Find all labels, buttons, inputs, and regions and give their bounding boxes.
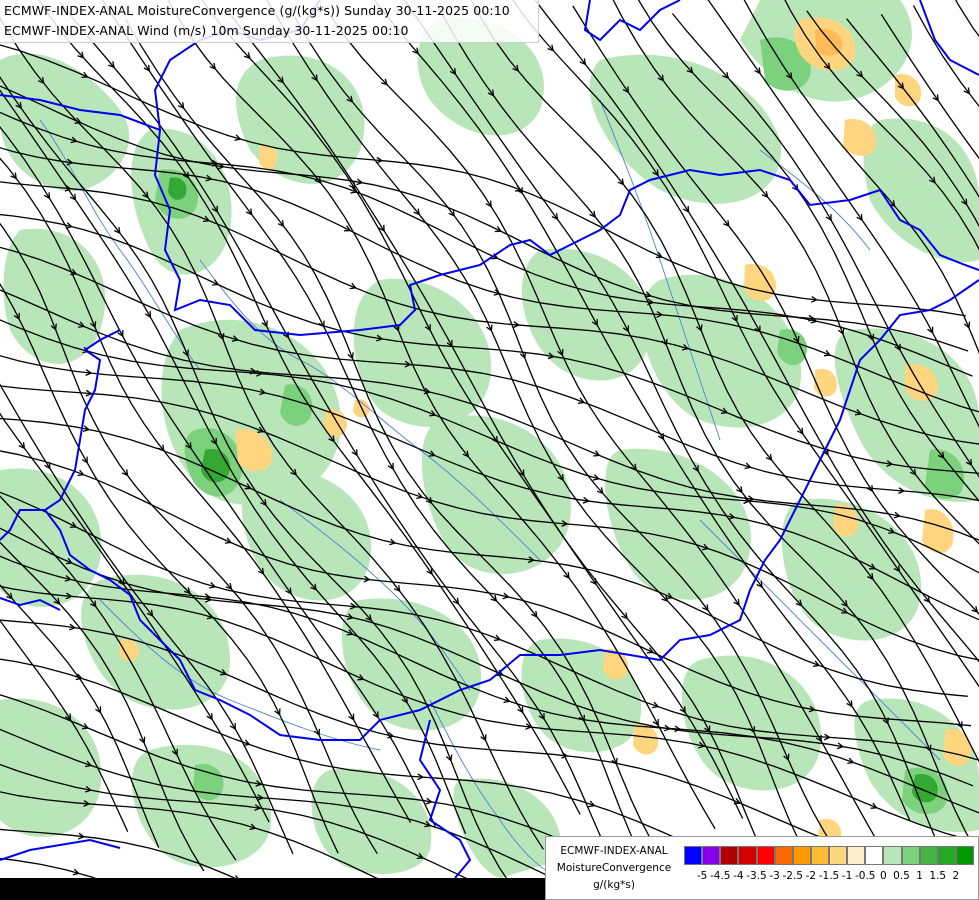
legend-swatch [829,846,848,865]
map-title-box: ECMWF-INDEX-ANAL MoistureConvergence (g/… [0,0,539,43]
legend-tick-label: -3.5 [746,870,767,882]
legend-color-scale [684,846,974,865]
legend-swatch [810,846,829,865]
legend-swatch [937,846,956,865]
weather-map[interactable] [0,0,979,900]
legend-swatch [738,846,757,865]
legend-model-name: ECMWF-INDEX-ANAL [560,845,668,857]
legend-tick-label: -3 [769,870,780,882]
legend-tick-label: -2 [805,870,817,882]
legend-swatch [883,846,902,865]
wind-streamline [912,5,979,108]
legend-tick-label: 1.5 [929,870,947,882]
legend-swatch [919,846,938,865]
wind-title: ECMWF-INDEX-ANAL Wind (m/s) 10m Sunday 3… [4,23,409,38]
map-viewer: ECMWF-INDEX-ANAL MoistureConvergence (g/… [0,0,979,900]
color-legend: ECMWF-INDEX-ANAL MoistureConvergence g/(… [545,836,979,900]
legend-tick-label: -1 [841,870,853,882]
legend-parameter-name: MoistureConvergence [556,862,672,874]
legend-tick-label: 0 [880,870,887,882]
legend-tick-label: -0.5 [855,870,876,882]
legend-swatch [720,846,739,865]
legend-swatch [792,846,811,865]
legend-swatch [684,846,703,865]
moisture-convergence-shading [0,0,979,878]
legend-tick-labels: -5 -4.5 -4 -3.5 -3 -2.5 -2 -1.5 -1 -0.5 0 0.5 1 1.5 2 [684,870,974,886]
legend-tick-label: -4 [733,870,744,882]
legend-unit: g/(kg*s) [593,879,635,891]
legend-swatch [774,846,793,865]
legend-tick-label: 0.5 [893,870,910,882]
legend-tick-label: -1.5 [818,870,840,882]
legend-tick-label: 1 [916,870,923,882]
wind-streamline [955,0,979,38]
moisture-convergence-title: ECMWF-INDEX-ANAL MoistureConvergence (g/… [4,3,510,18]
legend-tick-label: -5 [696,870,708,882]
legend-swatch [702,846,721,865]
legend-tick-label: -2.5 [782,870,804,882]
legend-tick-label: 2 [952,870,960,882]
legend-swatch [901,846,920,865]
legend-swatch [847,846,866,865]
legend-swatch [756,846,775,865]
legend-tick-label: -4.5 [710,870,731,882]
legend-swatch [865,846,884,865]
legend-swatch [955,846,974,865]
